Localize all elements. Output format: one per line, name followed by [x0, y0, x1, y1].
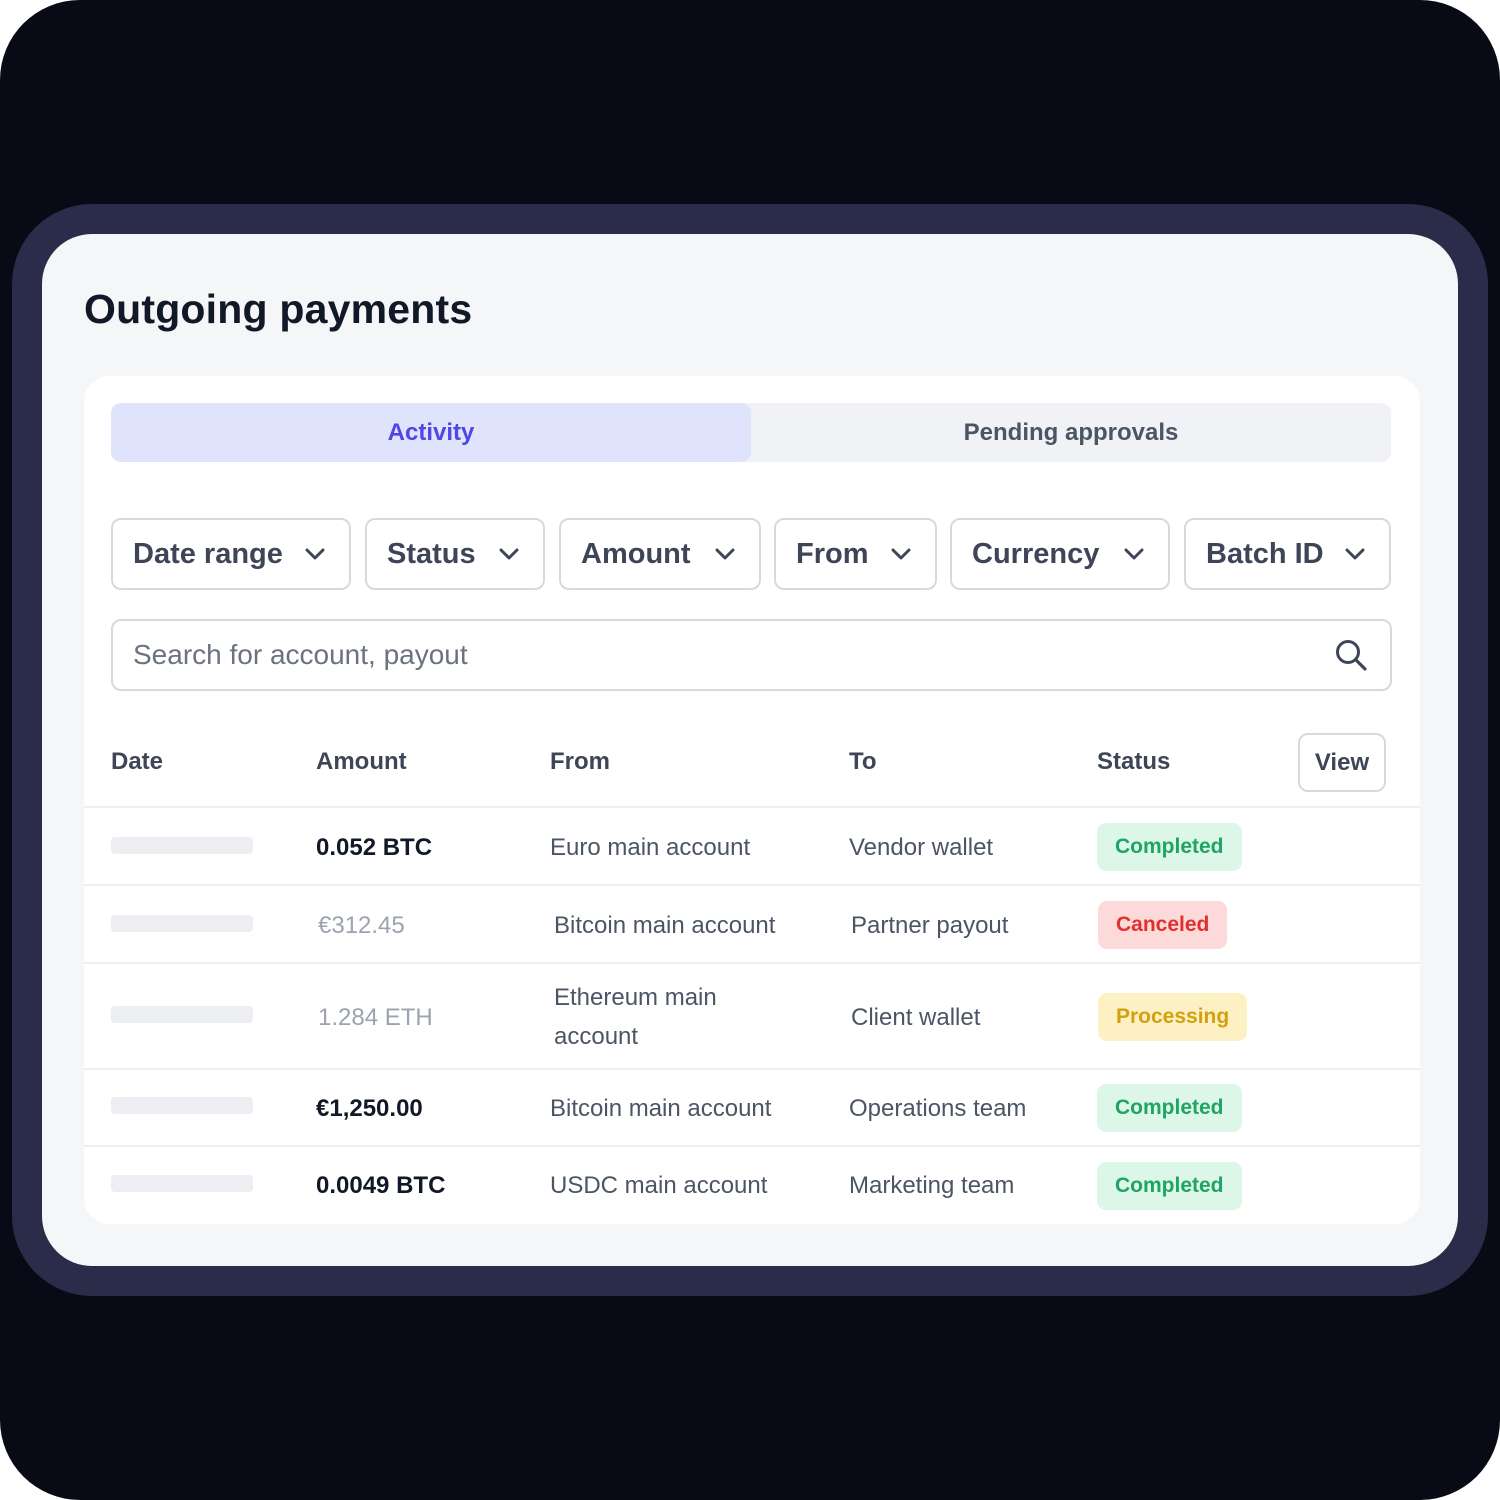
filter-date-range[interactable]: Date range	[111, 518, 351, 590]
tab-bar: Activity Pending approvals	[111, 403, 1391, 462]
from-cell: Bitcoin main account	[550, 1094, 772, 1122]
date-placeholder	[111, 915, 253, 932]
from-cell: Ethereum main account	[554, 984, 717, 1050]
filter-from[interactable]: From	[774, 518, 937, 590]
from-cell: Euro main account	[550, 833, 751, 861]
date-placeholder	[111, 1175, 253, 1192]
tab-pending-approvals[interactable]: Pending approvals	[751, 403, 1391, 462]
amount-cell: 1.284 ETH	[318, 1003, 433, 1031]
table-row[interactable]: 1.284 ETH Ethereum main account Client w…	[84, 962, 1420, 1070]
filter-label: Batch ID	[1206, 537, 1324, 570]
status-badge: Canceled	[1098, 901, 1228, 949]
table-row[interactable]: €312.45 Bitcoin main account Partner pay…	[84, 884, 1420, 964]
status-badge: Processing	[1098, 993, 1248, 1041]
to-cell: Marketing team	[849, 1172, 1015, 1199]
view-button[interactable]: View	[1298, 733, 1386, 792]
filter-currency[interactable]: Currency	[950, 518, 1170, 590]
from-cell: USDC main account	[550, 1172, 768, 1199]
search-bar	[111, 619, 1392, 691]
date-placeholder	[111, 837, 253, 854]
filter-label: Status	[387, 537, 476, 570]
table-header: Date Amount From To Status	[0, 733, 1500, 791]
filter-batch-id[interactable]: Batch ID	[1184, 518, 1391, 590]
amount-cell: €1,250.00	[316, 1094, 423, 1122]
chevron-down-icon	[1345, 548, 1365, 560]
status-badge: Completed	[1097, 1162, 1242, 1210]
chevron-down-icon	[1124, 548, 1144, 560]
tab-activity[interactable]: Activity	[111, 403, 751, 462]
search-icon[interactable]	[1334, 638, 1368, 672]
filter-status[interactable]: Status	[365, 518, 545, 590]
status-badge: Completed	[1097, 823, 1242, 871]
page-title: Outgoing payments	[84, 286, 473, 332]
table-row[interactable]: 0.0049 BTC USDC main account Marketing t…	[84, 1145, 1420, 1224]
chevron-down-icon	[499, 548, 519, 560]
amount-cell: €312.45	[318, 911, 405, 939]
filter-label: Amount	[581, 537, 691, 570]
to-cell: Vendor wallet	[849, 833, 994, 861]
table-row[interactable]: 0.052 BTC Euro main account Vendor walle…	[84, 806, 1420, 886]
table-row[interactable]: €1,250.00 Bitcoin main account Operation…	[84, 1068, 1420, 1148]
amount-cell: 0.052 BTC	[316, 833, 433, 861]
filter-label: Currency	[972, 537, 1100, 570]
filter-amount[interactable]: Amount	[559, 518, 761, 590]
to-cell: Partner payout	[851, 911, 1009, 939]
filter-bar: Date range Status Amount From Currency B…	[0, 518, 1500, 590]
date-placeholder	[111, 1097, 253, 1114]
status-badge: Completed	[1097, 1084, 1242, 1132]
column-header-to[interactable]: To	[849, 733, 877, 791]
column-header-date[interactable]: Date	[111, 733, 163, 791]
column-header-from[interactable]: From	[550, 733, 610, 791]
search-input[interactable]	[133, 639, 1334, 671]
from-cell: Bitcoin main account	[554, 911, 776, 939]
to-cell: Client wallet	[851, 1003, 981, 1031]
date-placeholder	[111, 1006, 253, 1023]
chevron-down-icon	[891, 548, 911, 560]
filter-label: Date range	[133, 537, 283, 570]
amount-cell: 0.0049 BTC	[316, 1172, 446, 1199]
filter-label: From	[796, 537, 869, 570]
chevron-down-icon	[715, 548, 735, 560]
to-cell: Operations team	[849, 1094, 1027, 1122]
column-header-status[interactable]: Status	[1097, 733, 1170, 791]
chevron-down-icon	[305, 548, 325, 560]
column-header-amount[interactable]: Amount	[316, 733, 407, 791]
